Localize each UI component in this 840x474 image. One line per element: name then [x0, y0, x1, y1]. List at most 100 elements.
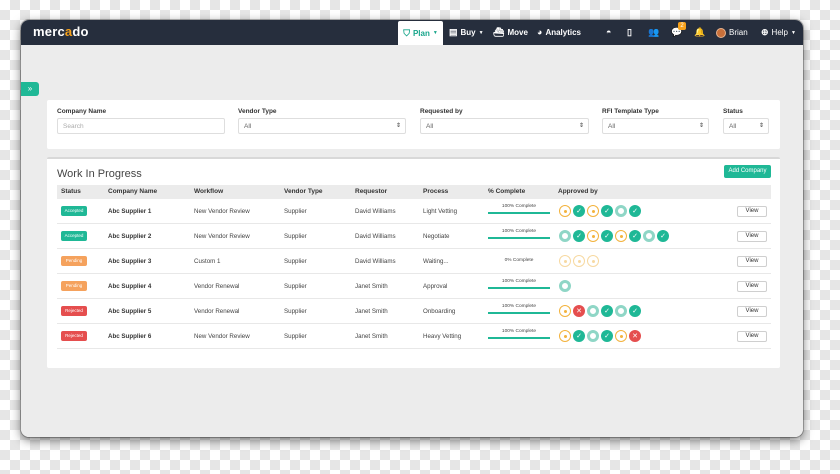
view-button[interactable]: View [737, 306, 767, 317]
company-name-cell[interactable]: Abc Supplier 3 [108, 258, 151, 265]
requested-by-label: Requested by [420, 108, 463, 115]
nav-buy[interactable]: ▤ Buy ▼ [449, 20, 484, 45]
help-menu[interactable]: ⊕ Help ▼ [761, 20, 796, 45]
bell-icon[interactable]: 🔔 [694, 20, 705, 45]
rejected-x-icon: ✕ [573, 305, 585, 317]
process-cell: Light Vetting [423, 208, 458, 215]
table-row: Accepted Abc Supplier 1 New Vendor Review S… [57, 199, 771, 224]
vendor-type-label: Vendor Type [238, 108, 277, 115]
approvals-list: ✓ ✓ ✕ [559, 330, 641, 342]
table-row: Rejected Abc Supplier 5 Vendor Renewal Supp… [57, 299, 771, 324]
view-button[interactable]: View [737, 331, 767, 342]
chevron-down-icon: ▼ [432, 30, 438, 36]
requested-by-select[interactable]: All ⇕ [420, 118, 589, 134]
view-button[interactable]: View [737, 256, 767, 267]
mercado-logo[interactable]: mercado [33, 24, 89, 39]
percent-complete-text: 100% Complete [501, 204, 537, 209]
nav-plan[interactable]: ⛉ Plan ▼ [398, 21, 443, 45]
workflow-cell: Vendor Renewal [194, 308, 240, 315]
percent-complete-text: 100% Complete [501, 329, 537, 334]
table-row: Rejected Abc Supplier 6 New Vendor Review S… [57, 324, 771, 349]
percent-complete-text: 100% Complete [501, 304, 537, 309]
rfi-template-type-select[interactable]: All ⇕ [602, 118, 709, 134]
vendor-type-cell: Supplier [284, 283, 307, 290]
requestor-cell: Janet Smith [355, 283, 388, 290]
workflow-cell: New Vendor Review [194, 333, 250, 340]
vendor-type-cell: Supplier [284, 208, 307, 215]
company-name-search-input[interactable]: Search [57, 118, 225, 134]
workflow-cell: Vendor Renewal [194, 283, 240, 290]
percent-complete-text: 0% Complete [504, 258, 534, 263]
tablet-icon[interactable]: ▯ [627, 20, 632, 45]
company-name-cell[interactable]: Abc Supplier 1 [108, 208, 151, 215]
column-header[interactable]: % Complete [488, 188, 525, 195]
status-badge: Pending [61, 281, 87, 291]
progress-bar [488, 287, 550, 289]
status-select[interactable]: All ⇕ [723, 118, 769, 134]
approvals-list [559, 280, 571, 292]
help-label: Help [771, 28, 788, 37]
progress-bar [488, 237, 550, 239]
process-cell: Negotiate [423, 233, 450, 240]
dashboard-icon[interactable]: ◓ [606, 20, 611, 45]
vendor-type-select[interactable]: All ⇕ [238, 118, 406, 134]
sidebar-toggle-button[interactable]: » [21, 82, 39, 96]
users-icon[interactable]: 👥 [648, 20, 659, 45]
page-content: » Company Name Search Vendor Type All ⇕ … [21, 45, 803, 437]
table-row: Accepted Abc Supplier 2 New Vendor Review S… [57, 224, 771, 249]
approved-check-icon: ✓ [601, 330, 613, 342]
progress-bar [488, 312, 550, 314]
column-header[interactable]: Requestor [355, 188, 387, 195]
view-button[interactable]: View [737, 281, 767, 292]
approved-check-icon: ✓ [573, 230, 585, 242]
approved-check-icon: ✓ [629, 305, 641, 317]
process-cell: Waiting... [423, 258, 449, 265]
column-header[interactable]: Company Name [108, 188, 157, 195]
requested-by-value: All [426, 123, 434, 130]
requestor-cell: David Williams [355, 208, 396, 215]
vendor-type-cell: Supplier [284, 258, 307, 265]
status-badge: Rejected [61, 306, 87, 316]
requestor-cell: Janet Smith [355, 308, 388, 315]
notification-badge: 2 [678, 22, 686, 30]
filter-panel: Company Name Search Vendor Type All ⇕ Re… [47, 100, 780, 149]
view-button[interactable]: View [737, 206, 767, 217]
avatar [716, 27, 726, 38]
nav-analytics[interactable]: ◕ Analytics [537, 20, 581, 45]
view-button[interactable]: View [737, 231, 767, 242]
user-menu[interactable]: Brian [716, 20, 748, 45]
company-name-label: Company Name [57, 108, 107, 115]
requestor-cell: Janet Smith [355, 333, 388, 340]
column-header[interactable]: Workflow [194, 188, 223, 195]
company-name-cell[interactable]: Abc Supplier 6 [108, 333, 151, 340]
requestor-cell: David Williams [355, 258, 396, 265]
double-chevron-right-icon: » [27, 84, 33, 93]
process-cell: Approval [423, 283, 448, 290]
approved-check-icon: ✓ [629, 205, 641, 217]
in-review-ring-icon [559, 280, 571, 292]
column-header[interactable]: Vendor Type [284, 188, 323, 195]
column-header[interactable]: Status [61, 188, 81, 195]
company-name-cell[interactable]: Abc Supplier 2 [108, 233, 151, 240]
process-cell: Onboarding [423, 308, 456, 315]
in-review-ring-icon [615, 205, 627, 217]
chevron-down-icon: ▼ [791, 29, 796, 36]
pending-approval-icon [587, 230, 599, 242]
nav-move[interactable]: ⛴ Move [493, 20, 528, 45]
rfi-template-type-value: All [608, 123, 616, 130]
column-header[interactable]: Approved by [558, 188, 598, 195]
company-name-cell[interactable]: Abc Supplier 5 [108, 308, 151, 315]
process-cell: Heavy Vetting [423, 333, 462, 340]
approved-check-icon: ✓ [573, 205, 585, 217]
pending-approval-icon [559, 305, 571, 317]
sort-arrows-icon: ⇕ [578, 123, 584, 129]
add-company-button[interactable]: Add Company [724, 165, 771, 178]
vendor-type-value: All [244, 123, 252, 130]
vendor-type-cell: Supplier [284, 233, 307, 240]
status-badge: Accepted [61, 231, 87, 241]
table-row: Pending Abc Supplier 4 Vendor Renewal Suppl… [57, 274, 771, 299]
column-header[interactable]: Process [423, 188, 448, 195]
document-icon: ▤ [449, 27, 458, 37]
sort-arrows-icon: ⇕ [758, 123, 764, 129]
company-name-cell[interactable]: Abc Supplier 4 [108, 283, 151, 290]
